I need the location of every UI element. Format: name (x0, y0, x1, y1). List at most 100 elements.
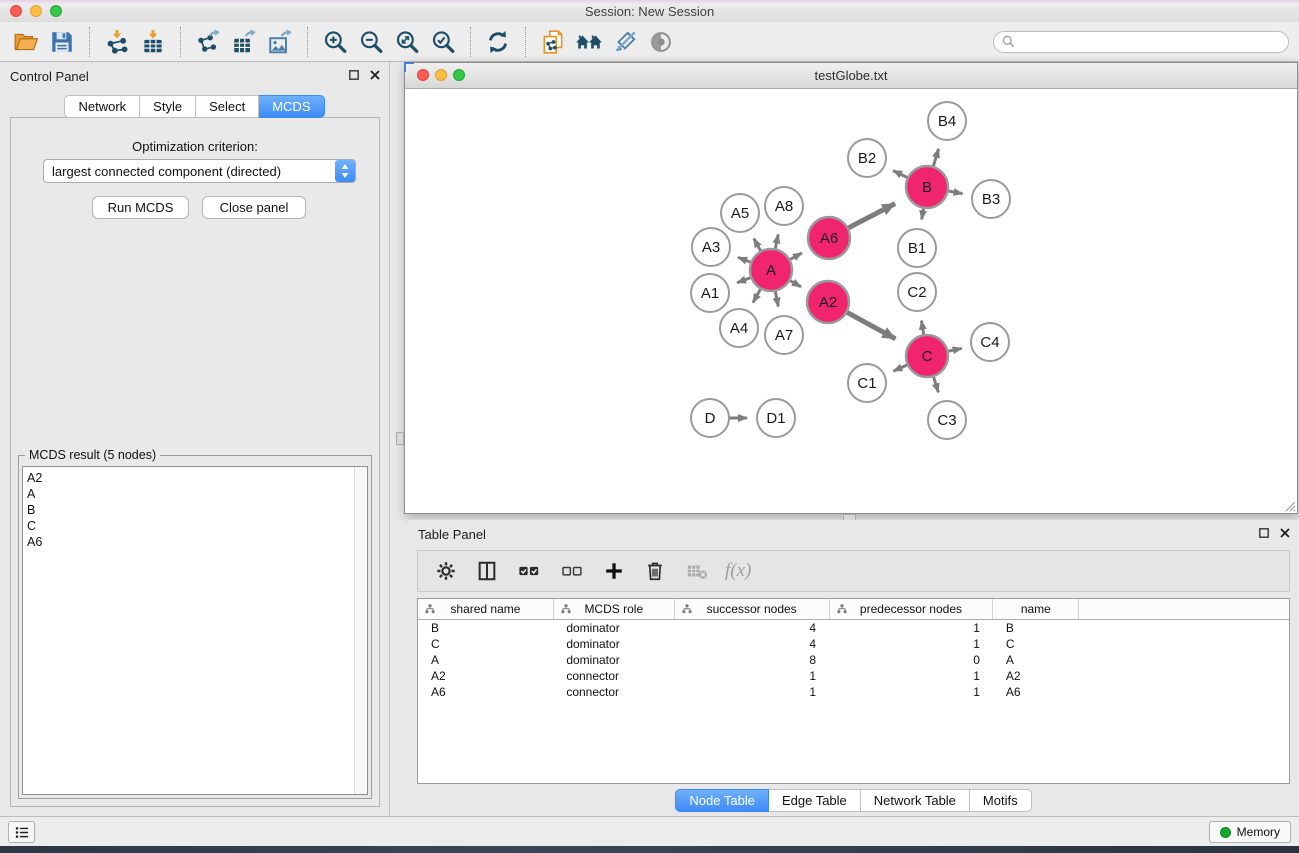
column-header-predecessor-nodes[interactable]: predecessor nodes (829, 599, 993, 620)
result-item[interactable]: A2 (27, 470, 367, 486)
table-cell[interactable]: B (418, 620, 553, 637)
close-panel-icon[interactable] (369, 69, 381, 81)
edge-A6-B[interactable] (848, 204, 895, 229)
search-field[interactable] (993, 31, 1289, 53)
tab-style[interactable]: Style (140, 95, 196, 118)
network-from-file-icon[interactable] (535, 25, 571, 59)
delete-column-icon[interactable] (644, 560, 666, 582)
node-B4[interactable]: B4 (928, 102, 966, 140)
table-cell[interactable]: C (418, 636, 553, 652)
table-cell[interactable]: A6 (418, 684, 553, 700)
table-row[interactable]: A2connector11A2 (418, 668, 1289, 684)
table-cell[interactable]: 8 (674, 652, 829, 668)
result-list-scrollbar[interactable] (354, 467, 367, 794)
edge-C-C1[interactable] (893, 365, 907, 371)
table-cell[interactable]: A (418, 652, 553, 668)
export-network-icon[interactable] (190, 25, 226, 59)
table-cell[interactable]: 4 (674, 636, 829, 652)
node-A5[interactable]: A5 (721, 194, 759, 232)
export-table-icon[interactable] (226, 25, 262, 59)
tab-motifs[interactable]: Motifs (970, 789, 1032, 812)
edge-A-A2[interactable] (789, 280, 801, 287)
node-D[interactable]: D (691, 399, 729, 437)
memory-button[interactable]: Memory (1209, 821, 1291, 843)
node-A[interactable]: A (750, 249, 792, 291)
open-session-icon[interactable] (8, 25, 44, 59)
table-row[interactable]: A6connector11A6 (418, 684, 1289, 700)
table-cell[interactable]: 1 (829, 684, 993, 700)
splitter-grip-vertical[interactable] (396, 432, 404, 445)
node-A8[interactable]: A8 (765, 187, 803, 225)
edge-A-A8[interactable] (775, 234, 778, 249)
table-row[interactable]: Cdominator41C (418, 636, 1289, 652)
network-window-titlebar[interactable]: testGlobe.txt (405, 63, 1297, 89)
node-B1[interactable]: B1 (898, 229, 936, 267)
edge-B-B3[interactable] (948, 191, 963, 194)
node-B3[interactable]: B3 (972, 180, 1010, 218)
table-cell[interactable]: 1 (829, 636, 993, 652)
column-header-successor-nodes[interactable]: successor nodes (674, 599, 829, 620)
table-cell[interactable]: dominator (553, 652, 674, 668)
table-cell[interactable]: 1 (829, 620, 993, 637)
table-cell[interactable]: dominator (553, 620, 674, 637)
import-table-icon[interactable] (135, 25, 171, 59)
edge-C-C3[interactable] (933, 376, 938, 392)
table-cell[interactable]: A2 (418, 668, 553, 684)
column-header-shared-name[interactable]: shared name (418, 599, 553, 620)
edge-A-A1[interactable] (737, 277, 751, 282)
table-cell[interactable]: 4 (674, 620, 829, 637)
add-column-icon[interactable] (603, 560, 625, 582)
node-A6[interactable]: A6 (808, 217, 850, 259)
select-all-rows-icon[interactable] (517, 560, 541, 582)
table-cell[interactable]: connector (553, 684, 674, 700)
criterion-select[interactable]: largest connected component (directed) (43, 159, 356, 183)
close-panel-button[interactable]: Close panel (202, 196, 306, 219)
node-C4[interactable]: C4 (971, 323, 1009, 361)
zoom-out-icon[interactable] (353, 25, 389, 59)
zoom-fit-icon[interactable] (389, 25, 425, 59)
home-view-icon[interactable] (571, 25, 607, 59)
zoom-selected-icon[interactable] (425, 25, 461, 59)
node-C1[interactable]: C1 (848, 364, 886, 402)
table-cell[interactable]: 1 (674, 668, 829, 684)
tab-mcds[interactable]: MCDS (259, 95, 324, 118)
column-header-name[interactable]: name (993, 599, 1079, 620)
float-panel-icon[interactable] (348, 69, 360, 81)
table-cell[interactable]: C (993, 636, 1079, 652)
node-A2[interactable]: A2 (807, 281, 849, 323)
tab-edge-table[interactable]: Edge Table (769, 789, 861, 812)
node-B[interactable]: B (906, 166, 948, 208)
edge-A-A6[interactable] (789, 253, 801, 260)
result-item[interactable]: A6 (27, 534, 367, 550)
refresh-icon[interactable] (480, 25, 516, 59)
edge-A-A7[interactable] (775, 291, 778, 307)
table-cell[interactable]: B (993, 620, 1079, 637)
table-cell[interactable]: A (993, 652, 1079, 668)
show-graphics-details-icon[interactable] (643, 25, 679, 59)
network-canvas[interactable]: A5A8A3A1A4A7AA6A2B2B4BB3B1C2C4CC1C3DD1 (405, 88, 1297, 514)
edge-C-C2[interactable] (921, 321, 923, 336)
resize-grip-icon[interactable] (1282, 498, 1296, 512)
node-C2[interactable]: C2 (898, 273, 936, 311)
column-header-MCDS-role[interactable]: MCDS role (553, 599, 674, 620)
zoom-in-icon[interactable] (317, 25, 353, 59)
node-A7[interactable]: A7 (765, 316, 803, 354)
edge-A-A3[interactable] (738, 257, 751, 262)
node-C[interactable]: C (906, 335, 948, 377)
edge-B-B2[interactable] (893, 171, 908, 178)
show-panels-button[interactable] (8, 821, 35, 843)
tab-network-table[interactable]: Network Table (861, 789, 970, 812)
node-A4[interactable]: A4 (720, 309, 758, 347)
table-row[interactable]: Bdominator41B (418, 620, 1289, 637)
edge-B-B4[interactable] (933, 149, 938, 167)
table-cell[interactable]: 1 (674, 684, 829, 700)
table-cell[interactable]: dominator (553, 636, 674, 652)
node-table[interactable]: shared nameMCDS rolesuccessor nodesprede… (417, 598, 1290, 784)
node-B2[interactable]: B2 (848, 139, 886, 177)
export-image-icon[interactable] (262, 25, 298, 59)
table-cell[interactable]: 1 (829, 668, 993, 684)
edge-B-B1[interactable] (922, 208, 924, 220)
tab-select[interactable]: Select (196, 95, 259, 118)
deselect-all-rows-icon[interactable] (560, 560, 584, 582)
result-item[interactable]: A (27, 486, 367, 502)
